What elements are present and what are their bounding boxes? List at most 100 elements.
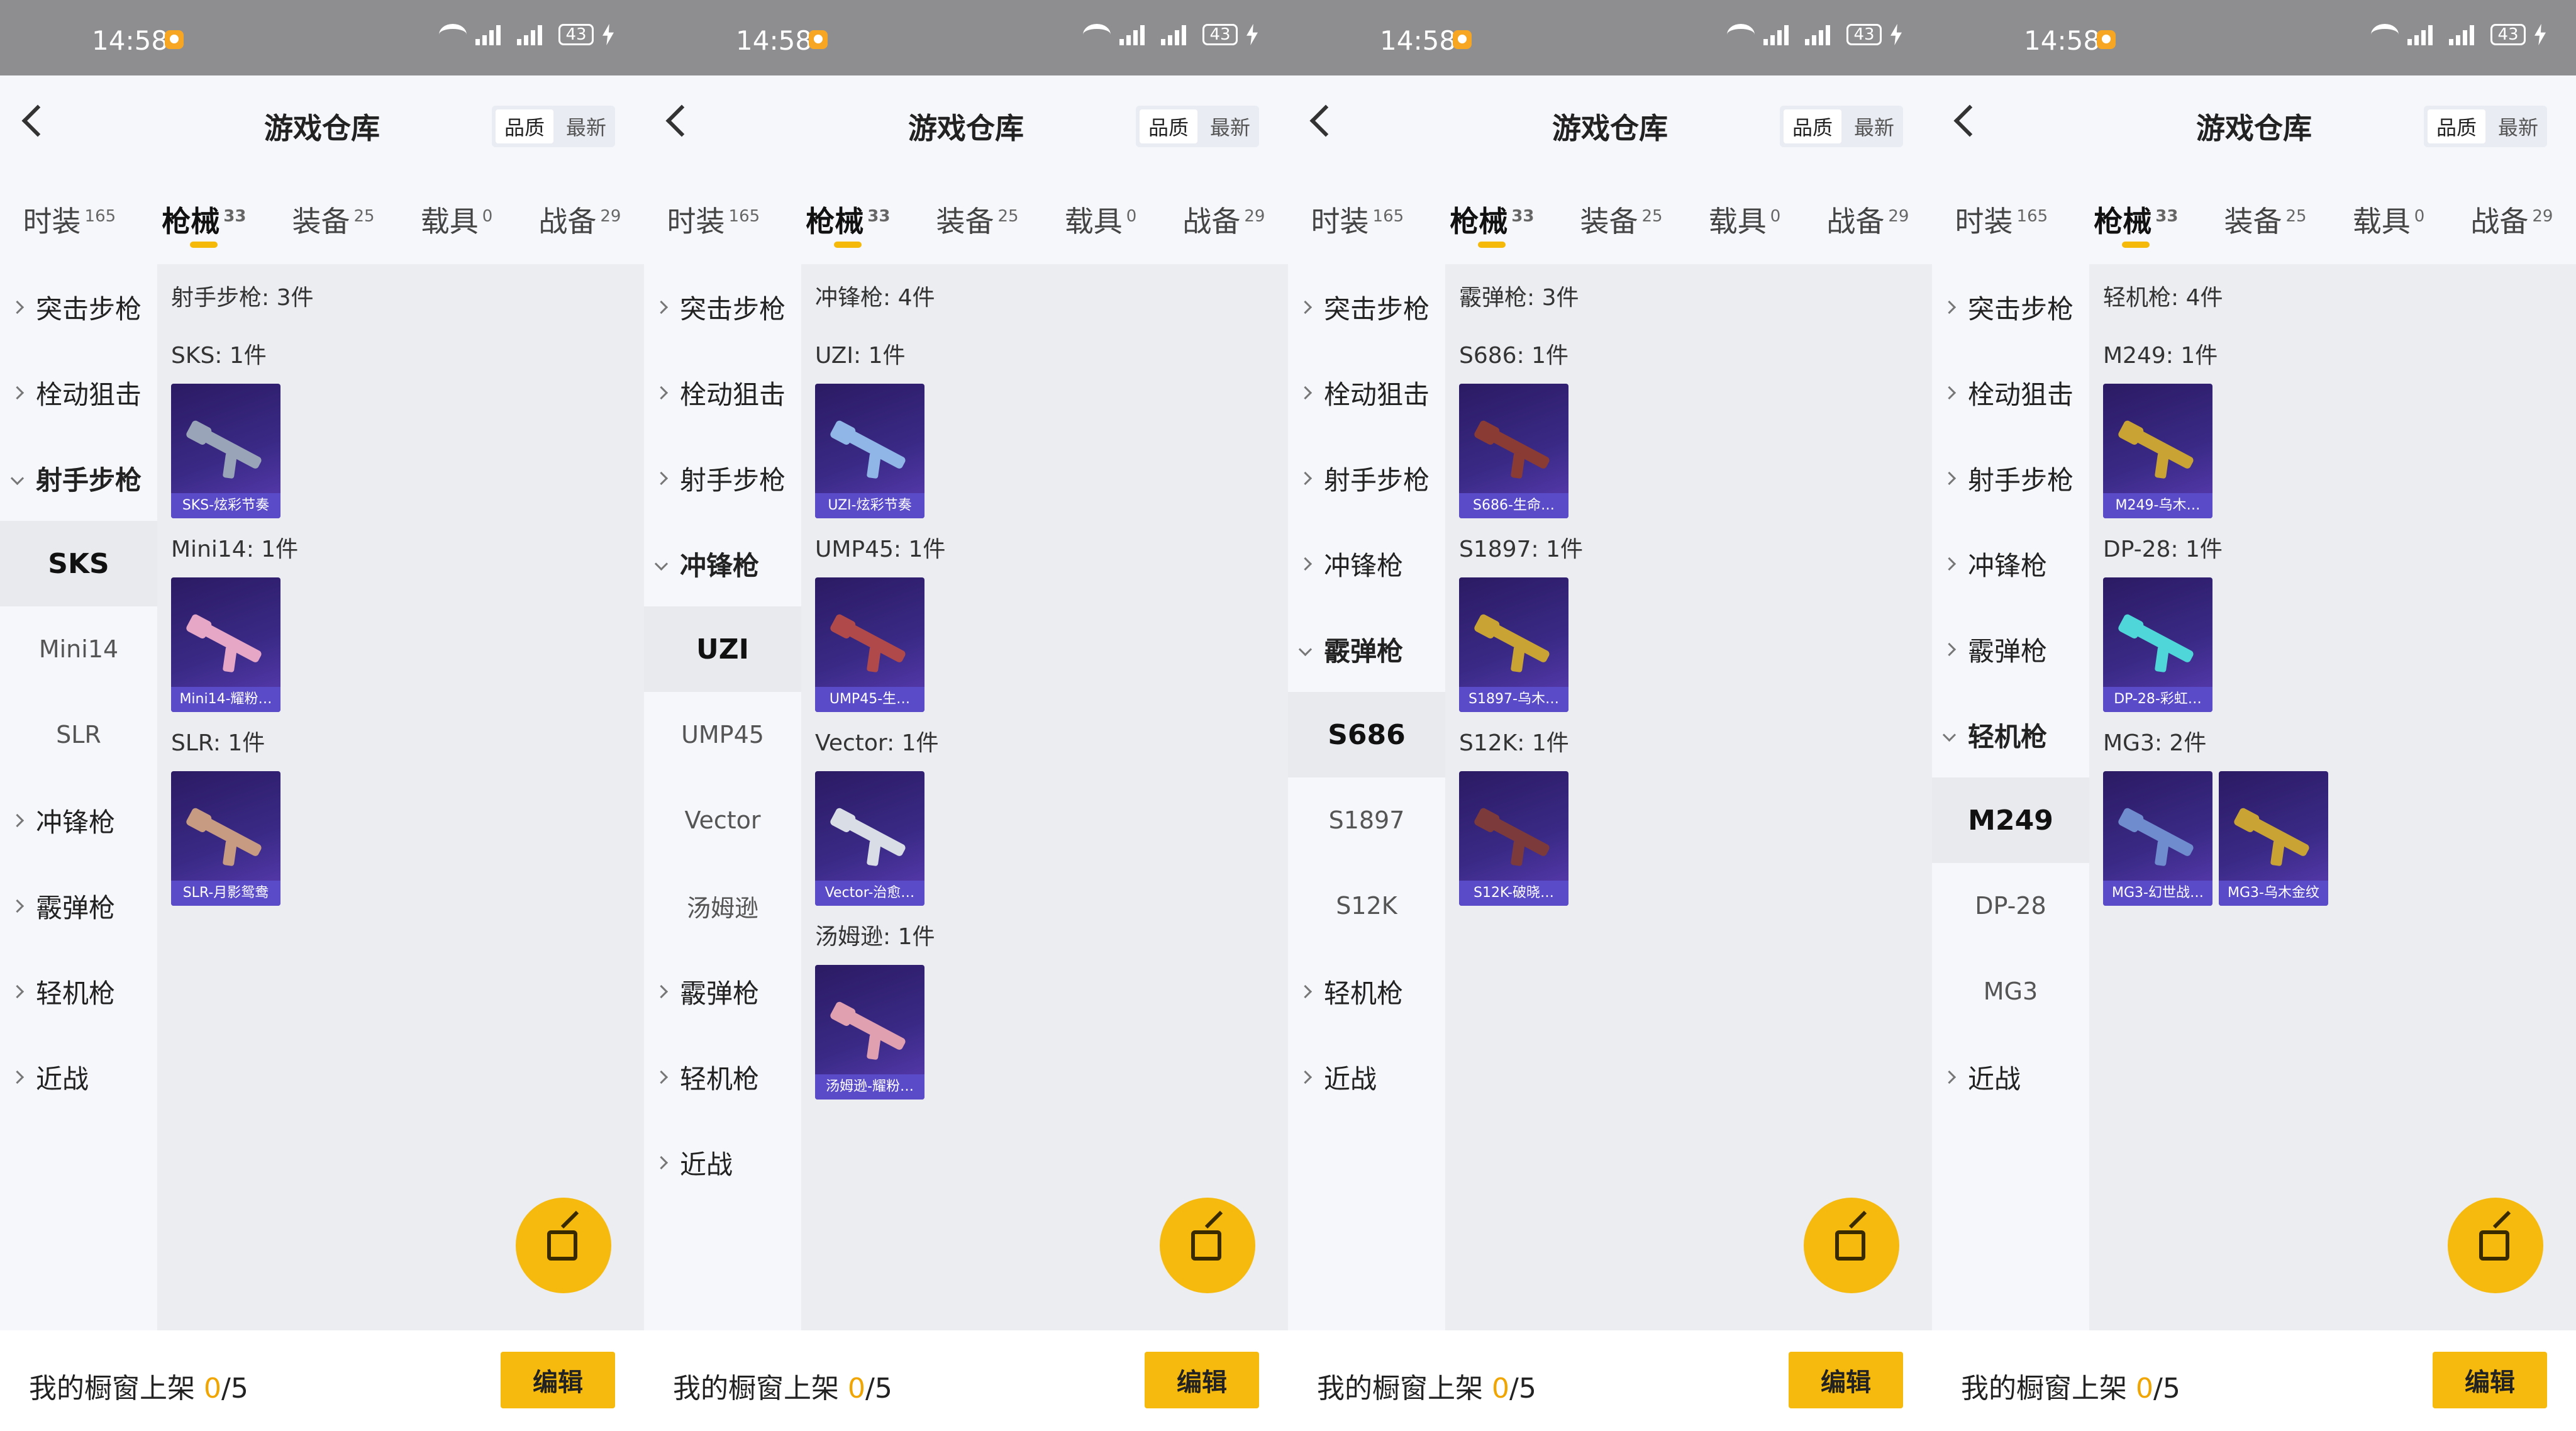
tab-3[interactable]: 载具 0 [1065, 176, 1137, 240]
sidebar-category[interactable]: 近战 [0, 1034, 157, 1120]
sidebar-category[interactable]: 霰弹枪 [644, 949, 801, 1034]
sidebar-category-label: 冲锋枪 [680, 550, 760, 581]
sort-newest-button[interactable]: 最新 [557, 106, 615, 147]
sidebar-category[interactable]: 栓动狙击 [644, 350, 801, 435]
share-button[interactable] [1804, 1198, 1899, 1293]
sort-quality-button[interactable]: 品质 [2427, 109, 2485, 143]
skin-card[interactable]: UMP45-生… [815, 577, 924, 712]
tab-4[interactable]: 战备 29 [1826, 176, 1909, 240]
skin-card[interactable]: MG3-幻世战… [2103, 771, 2212, 906]
skin-card[interactable]: DP-28-彩虹… [2103, 577, 2212, 712]
sort-newest-button[interactable]: 最新 [1201, 106, 1259, 147]
sidebar-subitem[interactable]: UZI [644, 606, 801, 692]
share-button[interactable] [1160, 1198, 1255, 1293]
edit-button[interactable]: 编辑 [1145, 1352, 1259, 1408]
tab-3[interactable]: 载具 0 [1709, 176, 1781, 240]
sidebar-category[interactable]: 轻机枪 [1288, 949, 1445, 1034]
sidebar-category[interactable]: 近战 [644, 1120, 801, 1205]
sidebar-category[interactable]: 射手步枪 [0, 435, 157, 521]
sidebar-category[interactable]: 近战 [1932, 1034, 2089, 1120]
tab-2[interactable]: 装备 25 [292, 176, 375, 240]
sidebar-category[interactable]: 射手步枪 [1288, 435, 1445, 521]
edit-button[interactable]: 编辑 [501, 1352, 615, 1408]
skin-card[interactable]: Vector-治愈… [815, 771, 924, 906]
skin-card[interactable]: SLR-月影鸳鸯 [171, 771, 280, 906]
skin-card[interactable]: S1897-乌木… [1459, 577, 1568, 712]
sidebar-category[interactable]: 轻机枪 [644, 1034, 801, 1120]
sidebar-category[interactable]: 栓动狙击 [0, 350, 157, 435]
sidebar-subitem[interactable]: 汤姆逊 [644, 863, 801, 949]
active-tab-indicator [834, 242, 862, 248]
sidebar-category[interactable]: 冲锋枪 [1288, 521, 1445, 606]
tab-2[interactable]: 装备 25 [1580, 176, 1663, 240]
sidebar-category[interactable]: 冲锋枪 [1932, 521, 2089, 606]
sidebar-category[interactable]: 轻机枪 [1932, 692, 2089, 777]
skin-card[interactable]: SKS-炫彩节奏 [171, 384, 280, 518]
sidebar-category[interactable]: 霰弹枪 [1288, 606, 1445, 692]
signal-icon [1119, 24, 1152, 45]
tab-1[interactable]: 枪械 33 [1450, 176, 1534, 248]
sidebar-category[interactable]: 突击步枪 [644, 264, 801, 350]
status-time: 14:58 [1380, 25, 1457, 56]
sidebar-category[interactable]: 突击步枪 [0, 264, 157, 350]
sort-quality-button[interactable]: 品质 [1783, 109, 1841, 143]
tab-1[interactable]: 枪械 33 [806, 176, 891, 248]
sidebar-subitem[interactable]: Mini14 [0, 606, 157, 692]
tab-3[interactable]: 载具 0 [2353, 176, 2425, 240]
skin-card[interactable]: Mini14-耀粉… [171, 577, 280, 712]
sidebar-category[interactable]: 突击步枪 [1288, 264, 1445, 350]
sidebar-category[interactable]: 突击步枪 [1932, 264, 2089, 350]
tab-4[interactable]: 战备 29 [1182, 176, 1265, 240]
sort-quality-button[interactable]: 品质 [1139, 109, 1197, 143]
skin-card[interactable]: 汤姆逊-耀粉… [815, 965, 924, 1100]
tab-0[interactable]: 时装 165 [23, 176, 116, 240]
sidebar-subitem[interactable]: M249 [1932, 777, 2089, 863]
edit-button[interactable]: 编辑 [1789, 1352, 1903, 1408]
sort-newest-button[interactable]: 最新 [1845, 106, 1903, 147]
status-bar: 14:58 43 [644, 0, 1288, 75]
tab-0[interactable]: 时装 165 [1311, 176, 1404, 240]
sidebar-subitem[interactable]: MG3 [1932, 949, 2089, 1034]
sidebar-category[interactable]: 冲锋枪 [644, 521, 801, 606]
sidebar-subitem[interactable]: SKS [0, 521, 157, 606]
sidebar-subitem[interactable]: Vector [644, 777, 801, 863]
sidebar-category[interactable]: 射手步枪 [644, 435, 801, 521]
tab-4[interactable]: 战备 29 [2470, 176, 2553, 240]
signal-icon [2407, 24, 2440, 45]
sidebar-category[interactable]: 射手步枪 [1932, 435, 2089, 521]
skin-card[interactable]: MG3-乌木金纹 [2219, 771, 2328, 906]
skin-card[interactable]: S686-生命… [1459, 384, 1568, 518]
sidebar-subitem[interactable]: SLR [0, 692, 157, 777]
sidebar-category[interactable]: 霰弹枪 [0, 863, 157, 949]
tab-3[interactable]: 载具 0 [421, 176, 493, 240]
tab-0[interactable]: 时装 165 [1955, 176, 2048, 240]
sidebar-subitem[interactable]: S1897 [1288, 777, 1445, 863]
tab-4[interactable]: 战备 29 [538, 176, 621, 240]
skin-card[interactable]: M249-乌木… [2103, 384, 2212, 518]
skin-card[interactable]: S12K-破晓… [1459, 771, 1568, 906]
sidebar-category-label: 栓动狙击 [1968, 379, 2074, 410]
tab-0[interactable]: 时装 165 [667, 176, 760, 240]
sidebar-category[interactable]: 近战 [1288, 1034, 1445, 1120]
sidebar-subitem[interactable]: S686 [1288, 692, 1445, 777]
tab-1[interactable]: 枪械 33 [162, 176, 246, 248]
tab-1[interactable]: 枪械 33 [2094, 176, 2178, 248]
chevron-right-icon [654, 386, 669, 399]
share-button[interactable] [516, 1198, 611, 1293]
share-button[interactable] [2448, 1198, 2543, 1293]
sort-newest-button[interactable]: 最新 [2489, 106, 2547, 147]
sort-quality-button[interactable]: 品质 [495, 109, 553, 143]
tab-2[interactable]: 装备 25 [936, 176, 1019, 240]
sidebar-category[interactable]: 栓动狙击 [1932, 350, 2089, 435]
sidebar-subitem[interactable]: UMP45 [644, 692, 801, 777]
sidebar-category[interactable]: 冲锋枪 [0, 777, 157, 863]
sidebar-category[interactable]: 霰弹枪 [1932, 606, 2089, 692]
sidebar-subitem[interactable]: DP-28 [1932, 863, 2089, 949]
tab-2[interactable]: 装备 25 [2224, 176, 2307, 240]
sidebar-category[interactable]: 轻机枪 [0, 949, 157, 1034]
tab-count: 33 [867, 206, 891, 226]
skin-card[interactable]: UZI-炫彩节奏 [815, 384, 924, 518]
edit-button[interactable]: 编辑 [2433, 1352, 2547, 1408]
sidebar-category[interactable]: 栓动狙击 [1288, 350, 1445, 435]
sidebar-subitem[interactable]: S12K [1288, 863, 1445, 949]
